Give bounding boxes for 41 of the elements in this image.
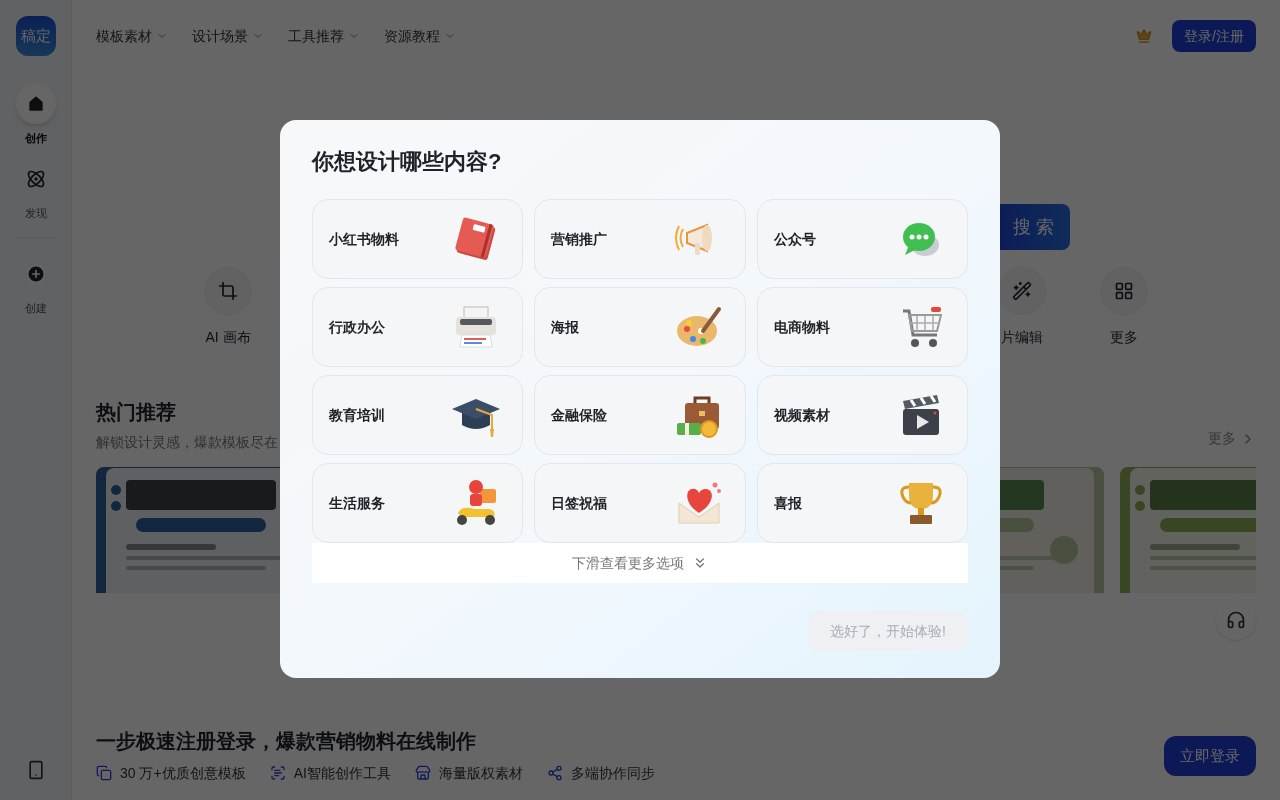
option-card[interactable]: 生活服务 [312,463,524,543]
nav-menu[interactable]: 设计场景 [192,25,264,47]
headset-icon [1226,610,1246,630]
sidebar-item[interactable]: 创建 [7,254,64,317]
atom-icon [25,168,46,189]
option-card[interactable]: 海报 [534,287,746,367]
option-card[interactable]: 教育培训 [312,375,524,455]
nav-menu[interactable]: 资源教程 [384,25,456,47]
login-button[interactable]: 登录/注册 [1172,20,1256,52]
feature-label: 30 万+优质创意模板 [120,763,246,783]
option-card[interactable]: 喜报 [756,463,968,543]
plus-icon [25,264,46,284]
option-card[interactable]: 营销推广 [534,199,746,279]
template-icon [96,765,112,781]
option-card[interactable]: 日签祝福 [534,463,746,543]
nav-menu[interactable]: 模板素材 [96,25,168,47]
feature-label: 海量版权素材 [438,763,523,783]
option-card[interactable]: 公众号 [756,199,968,279]
grid-icon [1114,281,1134,301]
feature-label: 多端协作同步 [570,763,655,783]
option-card[interactable]: 视频素材 [756,375,968,455]
login-now-button[interactable]: 立即登录 [1164,736,1256,776]
option-card[interactable]: 电商物料 [756,287,968,367]
magic-wand-icon [1012,281,1032,301]
register-title: 一步极速注册登录，爆款营销物料在线制作 [96,728,477,753]
share-icon [546,765,563,781]
store-icon [414,765,431,781]
ai-icon [269,765,286,781]
logo[interactable]: 稿定 [15,16,56,56]
section-title: 热门推荐 [96,400,177,425]
sidebar-item[interactable]: 创作 [7,84,64,147]
modal-title: 你想设计哪些内容? [312,148,503,176]
crop-icon [218,281,238,301]
crown-icon[interactable] [1136,28,1153,44]
option-card[interactable]: 金融保险 [534,375,746,455]
option-card[interactable]: 行政办公 [312,287,524,367]
nav-menu[interactable]: 工具推荐 [288,25,360,47]
option-card[interactable]: 小红书物料 [312,199,524,279]
scroll-hint: 下滑查看更多选项 [572,553,684,573]
tool-button[interactable]: 更多 [1068,267,1180,348]
feature-label: AI智能创作工具 [293,763,391,783]
